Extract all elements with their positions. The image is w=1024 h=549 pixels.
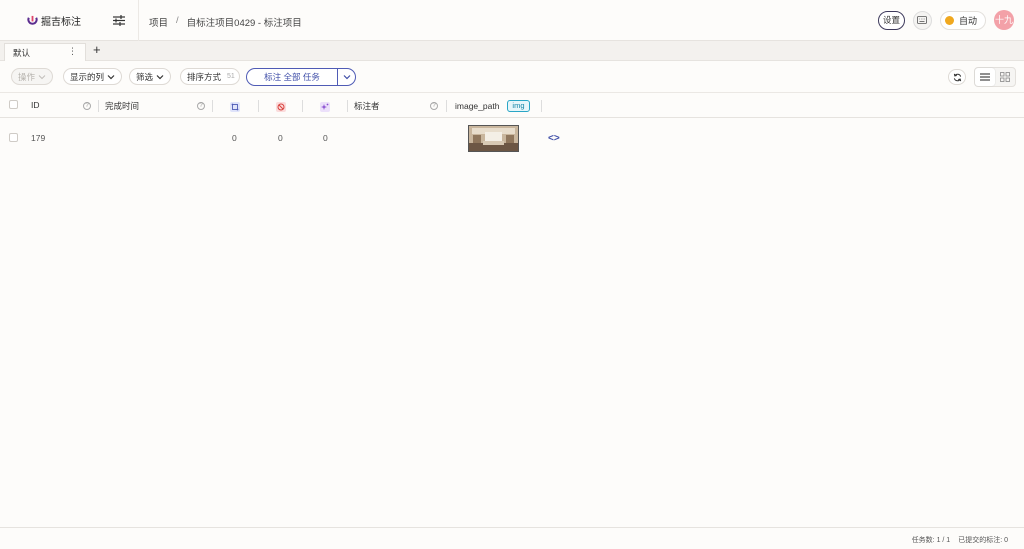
chevron-down-icon: [38, 74, 46, 79]
breadcrumb: 项目 / 自标注项目0429 - 标注项目: [149, 15, 302, 29]
footer-stats: 任务数: 1 / 1 已提交的标注: 0: [912, 535, 1008, 545]
img-type-badge: img: [507, 100, 530, 112]
add-tab-button[interactable]: +: [93, 43, 101, 57]
app-logo[interactable]: 掘吉标注: [0, 13, 100, 28]
label-all-dropdown[interactable]: [337, 69, 355, 85]
help-icon[interactable]: ?: [430, 102, 438, 110]
label-all-tasks-button[interactable]: 标注 全部 任务: [246, 68, 356, 86]
room-image: [469, 126, 518, 151]
actions-dropdown[interactable]: 操作: [11, 68, 54, 85]
chevron-down-icon: [343, 75, 350, 80]
filter-dropdown[interactable]: 筛选: [129, 68, 172, 85]
settings-button[interactable]: 设置: [877, 10, 905, 30]
status-footer: 任务数: 1 / 1 已提交的标注: 0: [0, 527, 1024, 549]
column-header-id[interactable]: ID: [31, 100, 40, 110]
actions-label: 操作: [18, 71, 36, 82]
breadcrumb-current-project[interactable]: 自标注项目0429 - 标注项目: [187, 15, 302, 29]
column-header-annotator[interactable]: 标注者: [354, 100, 380, 112]
breadcrumb-projects[interactable]: 项目: [149, 15, 168, 29]
header-actions: 设置 自动 十九: [877, 10, 1014, 30]
keyboard-shortcuts-button[interactable]: [912, 10, 932, 30]
column-header-image-path[interactable]: image_path img: [455, 100, 530, 112]
cancelled-count-icon[interactable]: [276, 102, 286, 112]
sort-dropdown[interactable]: 排序方式 51: [180, 68, 240, 85]
logo-icon: [27, 15, 38, 25]
label-all-tasks-label[interactable]: 标注 全部 任务: [247, 69, 337, 85]
top-header: 掘吉标注 项目 / 自标注项目0429 - 标注项目 设置 自动 十九: [0, 0, 1024, 41]
columns-label: 显示的列: [70, 71, 105, 82]
column-header-completed-at[interactable]: 完成时间: [105, 100, 139, 112]
menu-toggle-icon[interactable]: [112, 14, 126, 27]
tab-label: 默认: [13, 47, 31, 58]
submitted-annotations-count: 已提交的标注: 0: [958, 537, 1008, 544]
column-separator[interactable]: [258, 100, 259, 112]
app-name: 掘吉标注: [41, 16, 81, 28]
chevron-down-icon: [107, 74, 115, 79]
column-separator[interactable]: [541, 100, 542, 112]
select-all-checkbox[interactable]: [9, 100, 18, 109]
header-divider: [138, 0, 139, 41]
list-icon: [980, 73, 990, 81]
breadcrumb-separator: /: [176, 15, 179, 26]
image-thumbnail[interactable]: [468, 125, 519, 152]
data-toolbar: 操作 显示的列 筛选 排序方式 51 标注 全部 任务: [0, 61, 1024, 93]
grid-view-button[interactable]: [995, 68, 1015, 86]
tab-menu-icon[interactable]: ⋮: [68, 46, 77, 57]
annotations-count-icon[interactable]: [230, 102, 240, 112]
column-separator[interactable]: [212, 100, 213, 112]
column-separator[interactable]: [98, 100, 99, 112]
help-icon[interactable]: ?: [197, 102, 205, 110]
image-path-label: image_path: [455, 101, 500, 111]
row-cancelled-count: 0: [278, 133, 283, 143]
row-id: 179: [31, 133, 46, 143]
column-separator[interactable]: [446, 100, 447, 112]
grid-icon: [1000, 72, 1010, 82]
filter-label: 筛选: [136, 71, 154, 82]
help-icon[interactable]: ?: [83, 102, 91, 110]
predictions-count-icon[interactable]: [320, 102, 330, 112]
columns-dropdown[interactable]: 显示的列: [63, 68, 123, 85]
auto-label: 自动: [958, 15, 977, 26]
chevron-down-icon: [156, 74, 164, 79]
sort-label: 排序方式: [187, 71, 222, 82]
row-predictions-count: 0: [323, 133, 328, 143]
view-tabbar: 默认 ⋮ +: [0, 41, 1024, 61]
keyboard-icon: [917, 16, 928, 24]
auto-status-dot: [944, 15, 954, 25]
row-checkbox[interactable]: [9, 133, 18, 142]
refresh-button[interactable]: [948, 69, 966, 85]
code-view-icon[interactable]: <>: [548, 133, 560, 144]
column-separator[interactable]: [347, 100, 348, 112]
refresh-icon: [953, 73, 961, 81]
list-view-button[interactable]: [975, 68, 995, 86]
view-mode-toggle: [974, 67, 1016, 87]
sort-badge: 51: [227, 73, 235, 80]
task-count: 任务数: 1 / 1: [911, 537, 951, 544]
table-row[interactable]: 179 0 0 0 <>: [0, 119, 1024, 157]
table-header: ID ? 完成时间 ? 标注者 ? image_path img: [0, 94, 1024, 118]
user-avatar[interactable]: 十九: [994, 10, 1014, 30]
tab-default[interactable]: 默认 ⋮: [4, 43, 86, 61]
auto-mode-toggle[interactable]: 自动: [939, 10, 986, 30]
row-annotations-count: 0: [232, 133, 237, 143]
column-separator[interactable]: [302, 100, 303, 112]
